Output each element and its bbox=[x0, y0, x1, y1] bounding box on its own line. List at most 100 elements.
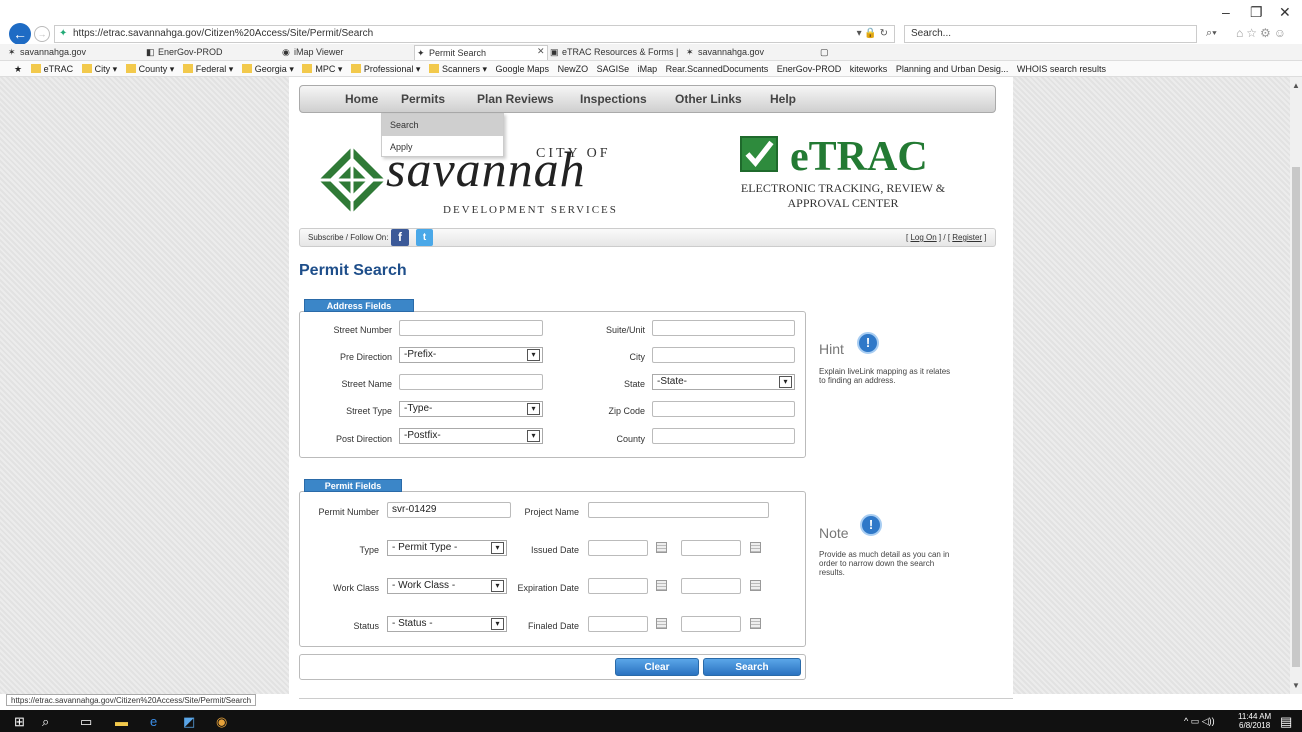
expiration-date-from-input[interactable] bbox=[588, 578, 648, 594]
permit-number-input[interactable]: svr-01429 bbox=[387, 502, 511, 518]
expiration-date-to-input[interactable] bbox=[681, 578, 741, 594]
info-icon: ! bbox=[857, 332, 879, 354]
new-tab-button[interactable]: ▢ bbox=[818, 45, 832, 60]
chevron-down-icon: ▾ bbox=[491, 580, 504, 592]
search-dropdown-icon[interactable]: ⌕▾ bbox=[1206, 27, 1217, 40]
favorite-item[interactable]: eTRAC bbox=[30, 61, 73, 76]
close-tab-icon[interactable]: ✕ bbox=[537, 46, 545, 57]
favorite-item[interactable]: WHOIS search results bbox=[1017, 61, 1106, 76]
nav-help[interactable]: Help bbox=[770, 92, 796, 106]
tab-savannahga[interactable]: ✶ savannahga.gov bbox=[6, 45, 134, 60]
tab-energov[interactable]: ◧ EnerGov-PROD bbox=[144, 45, 272, 60]
nav-permits[interactable]: Permits bbox=[401, 92, 445, 106]
favorite-item[interactable]: Professional ▾ bbox=[350, 61, 420, 76]
restore-icon[interactable]: ❐ bbox=[1250, 4, 1263, 21]
home-favorites-settings-icons[interactable]: ⌂☆⚙☺ bbox=[1236, 26, 1289, 40]
file-explorer-icon[interactable]: ▬ bbox=[115, 714, 128, 729]
calendar-icon[interactable] bbox=[750, 580, 761, 591]
favorite-item[interactable]: EnerGov-PROD bbox=[776, 61, 842, 76]
clear-button[interactable]: Clear bbox=[615, 658, 699, 676]
dropdown-apply[interactable]: Apply bbox=[382, 136, 503, 158]
zip-code-input[interactable] bbox=[652, 401, 795, 417]
search-icon[interactable]: ⌕ bbox=[42, 714, 49, 730]
scroll-down-icon[interactable]: ▼ bbox=[1292, 681, 1300, 690]
permit-type-select[interactable]: - Permit Type - ▾ bbox=[387, 540, 507, 556]
lock-refresh-icon[interactable]: ▾ 🔒 ↻ bbox=[857, 26, 888, 42]
favorite-item[interactable]: Planning and Urban Desig... bbox=[896, 61, 1009, 76]
vertical-scrollbar[interactable]: ▲ ▼ bbox=[1290, 77, 1302, 694]
calendar-icon[interactable] bbox=[750, 618, 761, 629]
favorite-item[interactable]: Rear.ScannedDocuments bbox=[665, 61, 769, 76]
favorite-item[interactable]: Google Maps bbox=[496, 61, 550, 76]
outlook-icon[interactable]: ◩ bbox=[183, 714, 195, 730]
nav-plan-reviews[interactable]: Plan Reviews bbox=[477, 92, 554, 106]
project-name-input[interactable] bbox=[588, 502, 769, 518]
tab-permit-search[interactable]: ✦ Permit Search bbox=[414, 45, 548, 60]
calendar-icon[interactable] bbox=[656, 618, 667, 629]
issued-date-from-input[interactable] bbox=[588, 540, 648, 556]
windows-taskbar: ⊞ ⌕ ▭ ▬ e ◩ ◉ ^ ▭ ◁)) 11:44 AM 6/8/2018 … bbox=[0, 710, 1302, 732]
internet-explorer-icon[interactable]: e bbox=[150, 714, 157, 729]
calendar-icon[interactable] bbox=[656, 580, 667, 591]
post-direction-select[interactable]: -Postfix- ▾ bbox=[399, 428, 543, 444]
windows-start-icon[interactable]: ⊞ bbox=[14, 714, 25, 730]
city-input[interactable] bbox=[652, 347, 795, 363]
favorite-item[interactable]: Scanners ▾ bbox=[428, 61, 487, 76]
scroll-thumb[interactable] bbox=[1292, 167, 1300, 667]
county-input[interactable] bbox=[652, 428, 795, 444]
favorite-item[interactable]: Georgia ▾ bbox=[241, 61, 294, 76]
address-bar[interactable]: ✦ https://etrac.savannahga.gov/Citizen%2… bbox=[54, 25, 895, 43]
status-select[interactable]: - Status - ▾ bbox=[387, 616, 507, 632]
favorite-item[interactable]: NewZO bbox=[558, 61, 589, 76]
state-select[interactable]: -State- ▾ bbox=[652, 374, 795, 390]
calendar-icon[interactable] bbox=[750, 542, 761, 553]
scroll-up-icon[interactable]: ▲ bbox=[1292, 81, 1300, 90]
facebook-icon[interactable]: f bbox=[391, 229, 409, 246]
register-link[interactable]: Register bbox=[952, 233, 982, 242]
taskbar-clock[interactable]: 11:44 AM 6/8/2018 bbox=[1238, 712, 1271, 730]
calendar-icon[interactable] bbox=[656, 542, 667, 553]
favorite-item[interactable]: SAGISe bbox=[597, 61, 630, 76]
savannah-icon: ✶ bbox=[8, 47, 16, 57]
dropdown-search[interactable]: Search bbox=[382, 114, 503, 136]
browser-search-input[interactable]: Search... bbox=[904, 25, 1197, 43]
pre-direction-select[interactable]: -Prefix- ▾ bbox=[399, 347, 543, 363]
forward-arrow-icon[interactable]: → bbox=[34, 26, 50, 42]
nav-home[interactable]: Home bbox=[345, 92, 378, 106]
issued-date-to-input[interactable] bbox=[681, 540, 741, 556]
favorite-item[interactable]: County ▾ bbox=[125, 61, 175, 76]
chrome-icon[interactable]: ◉ bbox=[216, 714, 227, 730]
nav-inspections[interactable]: Inspections bbox=[580, 92, 647, 106]
street-number-input[interactable] bbox=[399, 320, 543, 336]
work-class-select[interactable]: - Work Class - ▾ bbox=[387, 578, 507, 594]
log-on-link[interactable]: Log On bbox=[910, 233, 936, 242]
tab-label: Permit Search bbox=[429, 48, 487, 58]
suite-unit-input[interactable] bbox=[652, 320, 795, 336]
task-view-icon[interactable]: ▭ bbox=[80, 714, 92, 730]
twitter-icon[interactable]: t bbox=[416, 229, 433, 246]
favorite-item[interactable]: iMap bbox=[638, 61, 658, 76]
zip-code-label: Zip Code bbox=[608, 406, 645, 416]
favorite-item[interactable]: kiteworks bbox=[850, 61, 888, 76]
favorite-item[interactable]: MPC ▾ bbox=[302, 61, 342, 76]
street-type-select[interactable]: -Type- ▾ bbox=[399, 401, 543, 417]
street-name-input[interactable] bbox=[399, 374, 543, 390]
favorite-item[interactable]: Federal ▾ bbox=[182, 61, 233, 76]
system-tray-icons[interactable]: ^ ▭ ◁)) bbox=[1184, 716, 1215, 727]
finaled-date-to-input[interactable] bbox=[681, 616, 741, 632]
favorite-label: Rear.ScannedDocuments bbox=[665, 64, 769, 74]
favorites-star-icon[interactable]: ★ bbox=[14, 61, 22, 76]
nav-other-links[interactable]: Other Links bbox=[675, 92, 742, 106]
favorite-label: County ▾ bbox=[138, 64, 175, 74]
tab-savannahga-2[interactable]: ✶ savannahga.gov bbox=[684, 45, 810, 60]
close-icon[interactable]: ✕ bbox=[1279, 4, 1291, 21]
favorite-label: EnerGov-PROD bbox=[776, 64, 842, 74]
favorite-item[interactable]: City ▾ bbox=[81, 61, 117, 76]
tab-etrac-resources[interactable]: ▣eTRAC Resources & Forms | Sa... bbox=[548, 45, 680, 60]
finaled-date-from-input[interactable] bbox=[588, 616, 648, 632]
search-button[interactable]: Search bbox=[703, 658, 801, 676]
tab-imap[interactable]: ◉ iMap Viewer bbox=[280, 45, 408, 60]
minimize-icon[interactable]: – bbox=[1222, 4, 1230, 20]
notifications-icon[interactable]: ▤ bbox=[1280, 714, 1292, 730]
back-arrow-icon[interactable]: ← bbox=[9, 23, 31, 45]
